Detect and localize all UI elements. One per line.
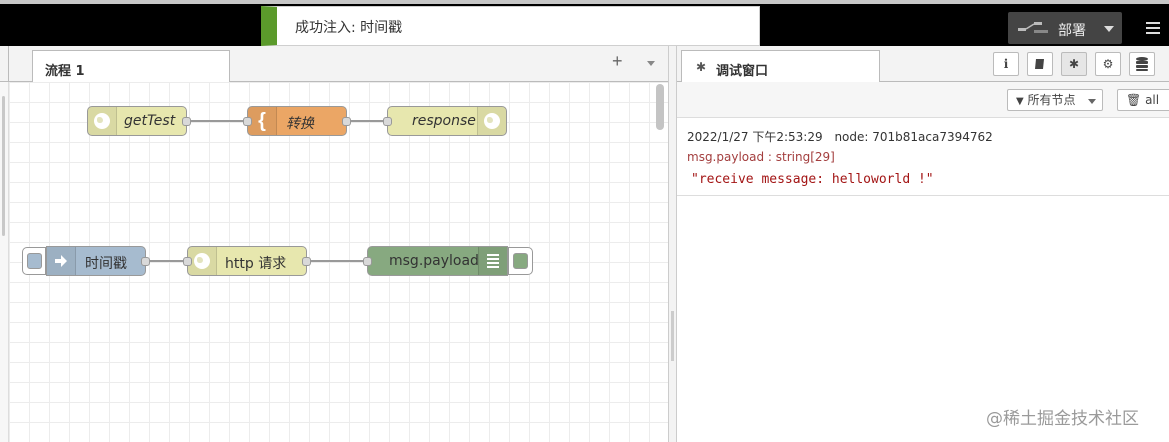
- deploy-button[interactable]: 部署: [1008, 12, 1122, 44]
- message-timestamp: 2022/1/27 下午2:53:29: [687, 130, 823, 144]
- node-label: msg.payload: [389, 253, 479, 269]
- http-in-node[interactable]: getTest: [87, 106, 191, 136]
- chevron-down-icon[interactable]: [647, 61, 655, 66]
- tab-flow-1-label: 流程 1: [45, 64, 85, 79]
- database-icon[interactable]: [1129, 52, 1155, 76]
- globe-icon: [477, 107, 506, 135]
- output-port[interactable]: [141, 257, 150, 266]
- input-port[interactable]: [183, 257, 192, 266]
- input-port[interactable]: [243, 117, 252, 126]
- palette-collapsed[interactable]: [0, 82, 8, 442]
- filter-label: 所有节点: [1027, 93, 1076, 107]
- notification-toast: 成功注入: 时间戳: [261, 6, 760, 46]
- add-flow-icon[interactable]: +: [612, 51, 623, 72]
- info-icon[interactable]: i: [993, 52, 1019, 76]
- message-node-id[interactable]: node: 701b81aca7394762: [834, 130, 992, 144]
- chevron-down-icon[interactable]: [1104, 26, 1114, 32]
- debug-toolbar: ▼ 所有节点 🗑 all: [677, 82, 1169, 118]
- book-icon[interactable]: [1027, 52, 1053, 76]
- deploy-label: 部署: [1058, 23, 1086, 39]
- wire[interactable]: [350, 120, 386, 122]
- debug-message[interactable]: 2022/1/27 下午2:53:29 node: 701b81aca73947…: [677, 118, 1169, 196]
- tab-debug[interactable]: ✱ 调试窗口: [681, 50, 880, 82]
- debug-toggle-button[interactable]: [508, 247, 533, 275]
- input-port[interactable]: [383, 117, 392, 126]
- gear-icon[interactable]: ⚙: [1095, 52, 1121, 76]
- wire[interactable]: [150, 260, 186, 262]
- http-request-node[interactable]: http 请求: [183, 246, 311, 276]
- output-port[interactable]: [342, 117, 351, 126]
- workspace-tab-bar: 流程 1 +: [0, 46, 668, 82]
- filter-icon: ▼: [1016, 96, 1024, 107]
- wire[interactable]: [190, 120, 246, 122]
- tab-flow-1[interactable]: 流程 1: [32, 50, 230, 82]
- hamburger-menu-icon: [1146, 22, 1160, 24]
- trash-icon: 🗑: [1126, 93, 1142, 107]
- deploy-icon: [1018, 22, 1048, 33]
- canvas-scrollbar[interactable]: [656, 84, 664, 130]
- message-property: msg.payload : string[29]: [687, 150, 835, 164]
- template-icon: {: [248, 107, 277, 135]
- node-label: 时间戳: [85, 256, 127, 272]
- arrow-in-icon: [47, 247, 76, 275]
- globe-icon: [88, 107, 117, 135]
- node-label: http 请求: [225, 256, 287, 272]
- template-node[interactable]: { 转换: [243, 106, 351, 136]
- output-port[interactable]: [182, 117, 191, 126]
- chevron-down-icon: [1088, 99, 1096, 104]
- globe-icon: [188, 247, 217, 275]
- message-value[interactable]: "receive message: helloworld !": [691, 172, 934, 187]
- inject-node[interactable]: 时间戳: [46, 246, 150, 276]
- main-menu-button[interactable]: [1136, 12, 1169, 44]
- sidebar-tab-bar: ✱ 调试窗口 i ✱ ⚙: [677, 46, 1169, 82]
- bug-icon: ✱: [696, 60, 707, 74]
- node-label: getTest: [124, 113, 176, 129]
- sidebar-separator[interactable]: [668, 46, 677, 442]
- http-response-node[interactable]: response: [383, 106, 507, 136]
- node-label: 转换: [286, 116, 314, 132]
- tab-debug-label: 调试窗口: [716, 64, 769, 79]
- clear-label: all: [1145, 93, 1160, 107]
- input-port[interactable]: [363, 257, 372, 266]
- sidebar: ✱ 调试窗口 i ✱ ⚙ ▼ 所有节点 🗑 all 2022/1/27 下午2:…: [677, 46, 1169, 442]
- bug-icon[interactable]: ✱: [1061, 52, 1087, 76]
- notification-text: 成功注入: 时间戳: [295, 20, 403, 36]
- debug-message-meta: 2022/1/27 下午2:53:29 node: 701b81aca73947…: [687, 128, 993, 145]
- node-label: response: [412, 113, 476, 129]
- wire[interactable]: [310, 260, 366, 262]
- watermark: @稀土掘金技术社区: [986, 409, 1139, 429]
- output-port[interactable]: [302, 257, 311, 266]
- clear-messages-button[interactable]: 🗑 all: [1117, 89, 1169, 111]
- list-icon: [478, 247, 507, 275]
- debug-node[interactable]: msg.payload: [363, 246, 508, 276]
- inject-trigger-button[interactable]: [22, 247, 46, 275]
- filter-nodes-button[interactable]: ▼ 所有节点: [1007, 89, 1103, 111]
